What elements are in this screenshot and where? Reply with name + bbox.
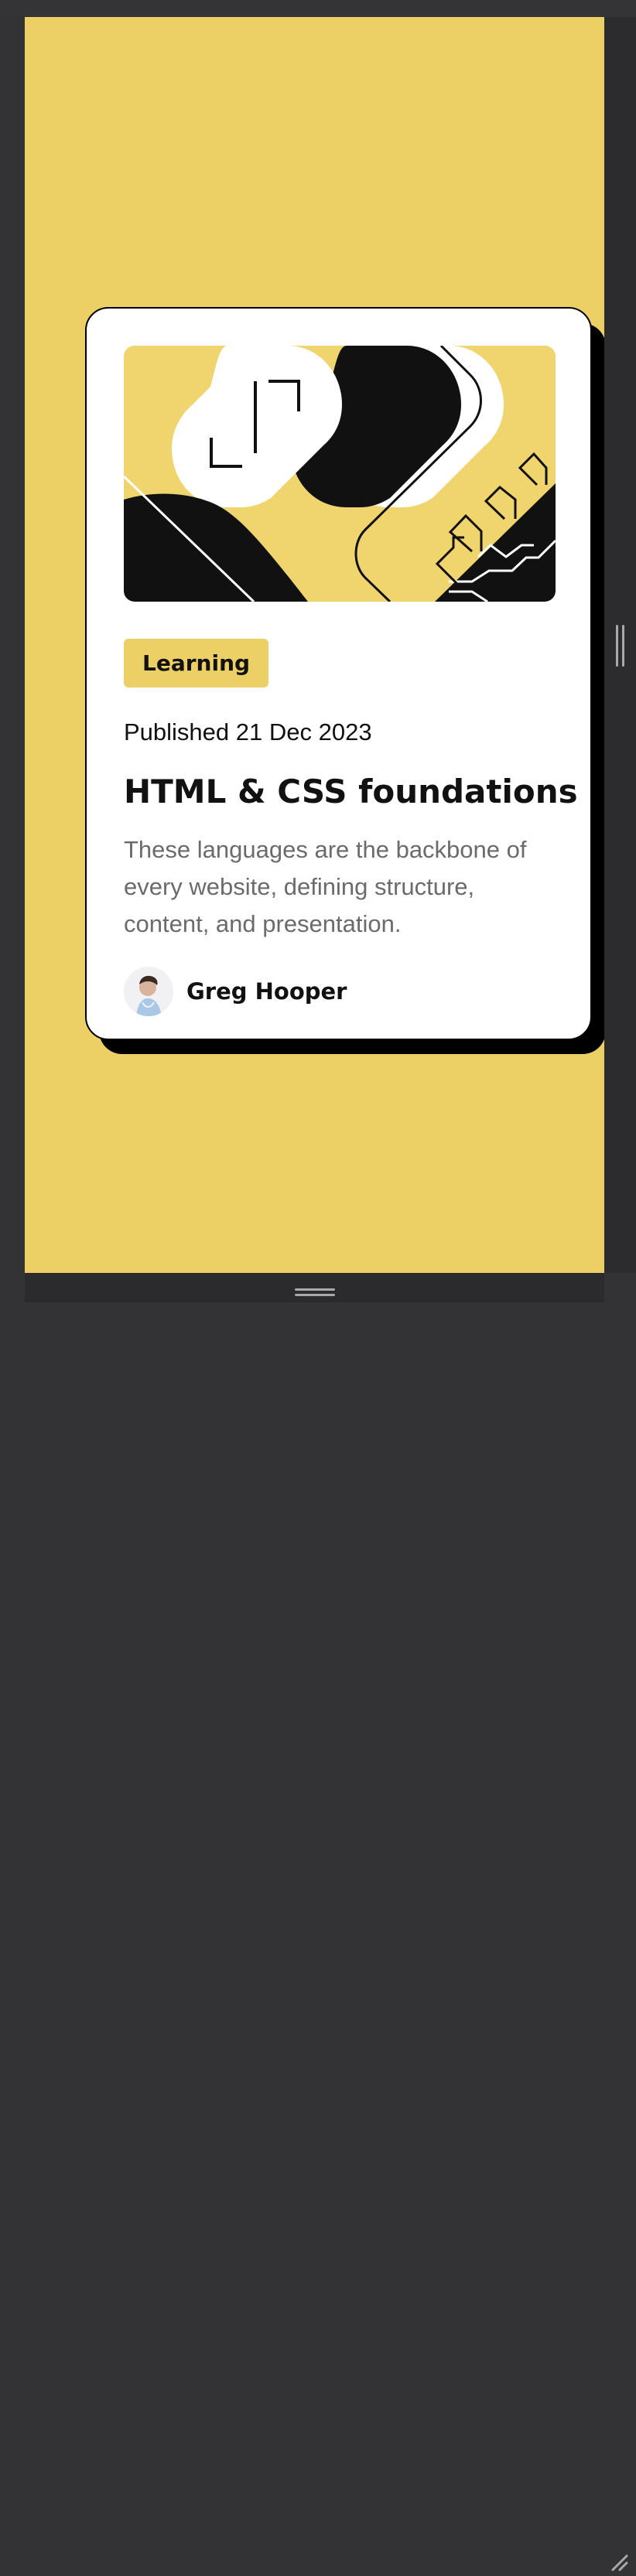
card-title[interactable]: HTML & CSS foundations [124,769,578,814]
blog-preview-card: Learning Published 21 Dec 2023 HTML & CS… [85,307,592,1040]
handle-line-top [295,1288,335,1291]
handle-line-right [622,625,624,667]
author-avatar [124,967,173,1016]
frame-top-bar [0,0,636,17]
card-description: These languages are the backbone of ever… [124,836,527,937]
side-resize-handle[interactable] [616,625,625,667]
author-name: Greg Hooper [186,978,347,1005]
page-viewport: Learning Published 21 Dec 2023 HTML & CS… [25,17,604,1273]
bottom-resize-bar [0,1273,636,2571]
resize-grip-icon[interactable] [610,2553,630,2573]
bottom-resize-strip [25,1273,604,1302]
hero-illustration [124,346,556,602]
handle-line-bottom [295,1294,335,1296]
bottom-resize-handle[interactable] [295,1288,335,1296]
category-tag: Learning [124,639,269,688]
handle-line-left [616,625,618,667]
publish-date: Published 21 Dec 2023 [124,718,372,746]
